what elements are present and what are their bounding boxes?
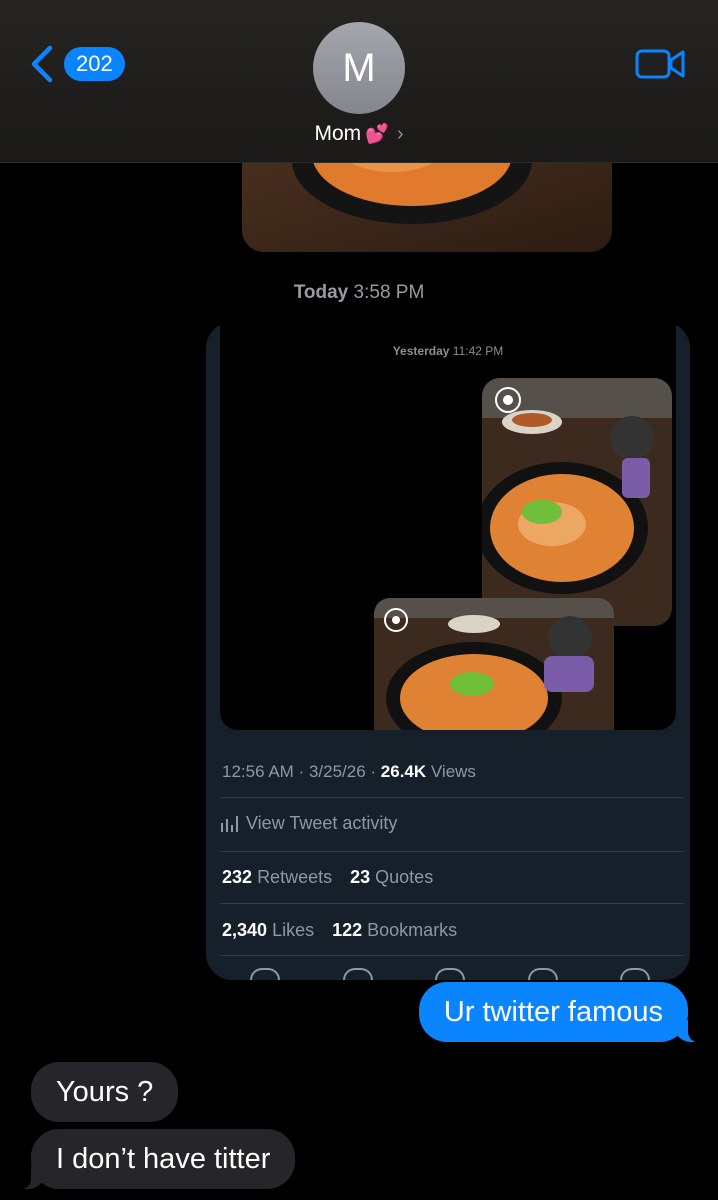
like-icon (435, 968, 465, 980)
bookmark-icon (527, 968, 558, 980)
retweets-label: Retweets (257, 867, 333, 887)
back-button[interactable]: 202 (28, 44, 125, 84)
sent-message-bubble[interactable]: Ur twitter famous (418, 982, 703, 1042)
video-camera-icon[interactable] (634, 46, 686, 82)
conversation-header: 202 M Mom 💕 › (0, 0, 718, 163)
embedded-day: Yesterday (392, 344, 450, 358)
analytics-icon (221, 816, 238, 832)
message-text: Yours ? (56, 1076, 154, 1108)
likes-count: 2,340 (222, 920, 268, 940)
retweets-count: 232 (222, 867, 253, 887)
message-text: I don’t have titter (56, 1143, 271, 1175)
avatar[interactable]: M (313, 22, 405, 114)
bookmarks-count: 122 (332, 920, 363, 940)
divider (220, 851, 684, 852)
tweet-meta: 12:56 AM · 3/25/26 · 26.4K Views (222, 762, 476, 781)
views-count: 26.4K (380, 762, 427, 781)
retweet-icon (342, 968, 373, 980)
embedded-time: 11:42 PM (452, 344, 504, 358)
reply-icon (250, 968, 280, 980)
timestamp-day: Today (293, 282, 349, 303)
quotes-label: Quotes (375, 867, 434, 887)
divider (220, 797, 684, 798)
received-message-bubble[interactable]: Yours ? (31, 1062, 179, 1122)
avatar-initial: M (342, 45, 376, 90)
divider (220, 955, 684, 956)
two-hearts-emoji: 💕 (365, 124, 389, 145)
ramen-photo-small (374, 598, 614, 730)
tweet-embedded-timestamp: Yesterday 11:42 PM (220, 344, 676, 358)
divider (220, 903, 684, 904)
bookmarks-label: Bookmarks (367, 920, 458, 940)
contact-name-button[interactable]: Mom 💕 › (0, 122, 718, 146)
retweet-quote-stats: 232 Retweets 23 Quotes (222, 867, 433, 888)
timestamp-time: 3:58 PM (353, 282, 425, 303)
views-label: Views (430, 762, 476, 781)
tweet-media: Yesterday 11:42 PM (220, 322, 676, 730)
message-text: Ur twitter famous (443, 996, 663, 1028)
activity-label: View Tweet activity (246, 812, 398, 833)
likes-label: Likes (272, 920, 315, 940)
share-icon (620, 968, 650, 980)
tweet-date: 3/25/26 (308, 762, 366, 781)
chevron-right-icon: › (396, 123, 404, 145)
tweet-action-bar (220, 968, 680, 980)
tweet-time: 12:56 AM (222, 762, 294, 781)
ramen-photo-large (482, 378, 672, 626)
unread-count-badge: 202 (64, 47, 125, 81)
received-message-bubble[interactable]: I don’t have titter (16, 1129, 296, 1189)
tweet-screenshot-image[interactable]: Yesterday 11:42 PM 12:56 AM · 3/25/26 · … (206, 322, 690, 980)
quotes-count: 23 (350, 867, 371, 887)
chevron-left-icon (31, 45, 53, 83)
view-tweet-activity: View Tweet activity (220, 812, 397, 834)
contact-name: Mom (314, 122, 362, 145)
like-bookmark-stats: 2,340 Likes 122 Bookmarks (222, 920, 457, 941)
thread-timestamp: Today 3:58 PM (0, 282, 718, 304)
